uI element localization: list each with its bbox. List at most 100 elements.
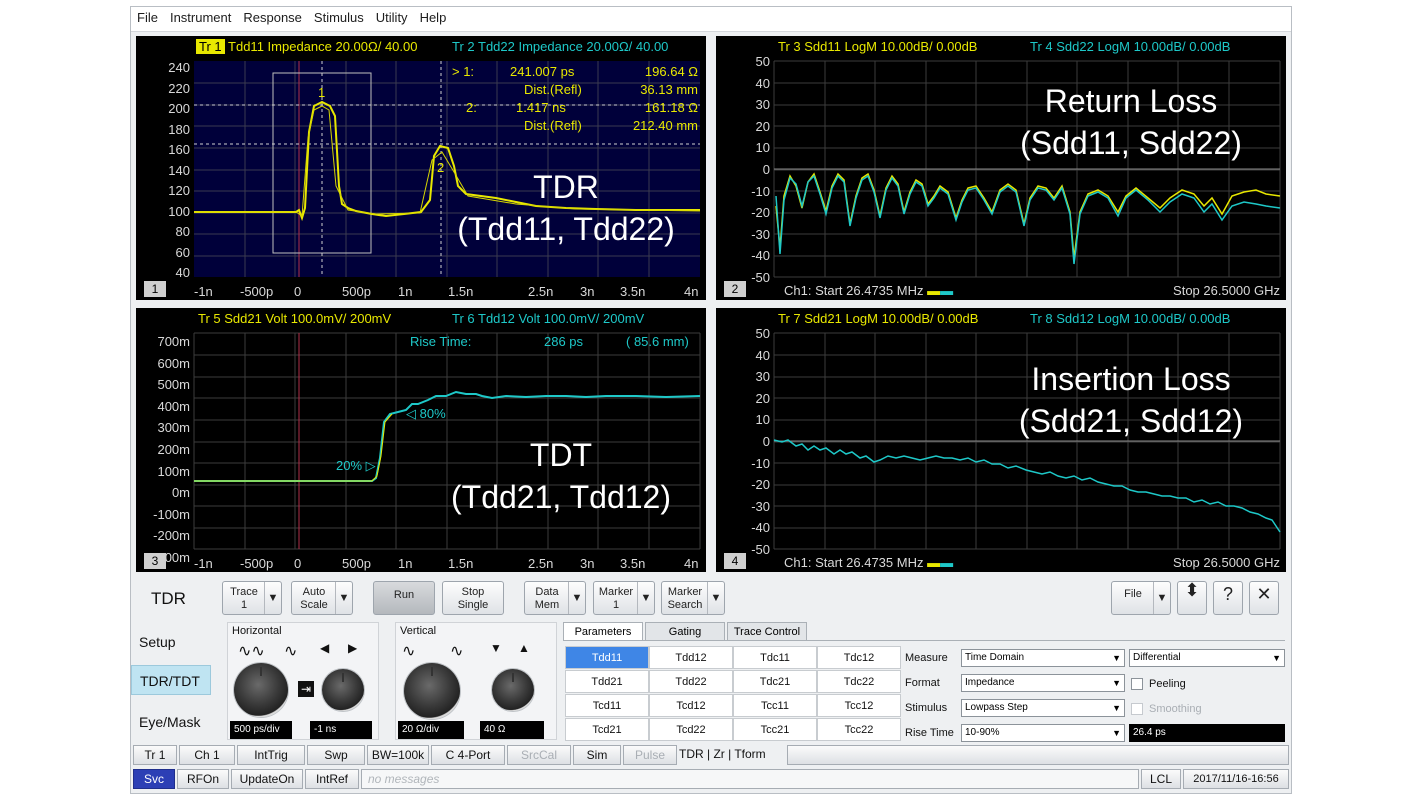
expand-collapse-icon[interactable]: ⬍	[1177, 581, 1207, 615]
param-cell[interactable]: Tdd12	[649, 646, 733, 669]
tdt-voltage-panel[interactable]: Tr 5 Sdd21 Volt 100.0mV/ 200mV Tr 6 Tdd1…	[136, 308, 706, 572]
tdr-impedance-panel[interactable]: Tr 1 Tdd11 Impedance 20.00Ω/ 40.00 Tr 2 …	[136, 36, 706, 300]
mode-select[interactable]: Differential ▼	[1129, 649, 1285, 667]
tab-gating[interactable]: Gating	[645, 622, 725, 640]
data-mem-button[interactable]: Data Mem ▼	[524, 581, 586, 615]
status-sweep[interactable]: Swp	[307, 745, 365, 765]
marker-dropdown-icon[interactable]: ▼	[637, 582, 654, 614]
marker-search-button[interactable]: Marker Search ▼	[661, 581, 725, 615]
run-button[interactable]: Run	[373, 581, 435, 615]
data-mem-dropdown-icon[interactable]: ▼	[568, 582, 585, 614]
help-icon[interactable]: ?	[1213, 581, 1243, 615]
param-cell[interactable]: Tdc11	[733, 646, 817, 669]
stimulus-select[interactable]: Lowpass Step ▼	[961, 699, 1125, 717]
trace1-badge[interactable]: Tr 1	[196, 39, 225, 54]
rise-time-select[interactable]: 10-90% ▼	[961, 724, 1125, 742]
marker-button[interactable]: Marker 1 ▼	[593, 581, 655, 615]
rise-time-input[interactable]: 26.4 ps	[1129, 724, 1285, 742]
auto-scale-button[interactable]: Auto Scale ▼	[291, 581, 353, 615]
menu-help[interactable]: Help	[414, 7, 453, 31]
arrow-down-icon[interactable]: ▼	[490, 641, 502, 655]
file-button[interactable]: File ▼	[1111, 581, 1171, 615]
panel-number[interactable]: 3	[144, 553, 166, 569]
insertion-loss-panel[interactable]: Tr 7 Sdd21 LogM 10.00dB/ 0.00dB Tr 8 Sdd…	[716, 308, 1286, 572]
horizontal-scale-knob[interactable]	[234, 663, 288, 717]
vertical-scale-value[interactable]: 20 Ω/div	[398, 721, 464, 739]
stop-single-button[interactable]: Stop Single	[442, 581, 504, 615]
menu-file[interactable]: File	[131, 7, 164, 31]
status-lcl[interactable]: LCL	[1141, 769, 1181, 789]
horizontal-scale-value[interactable]: 500 ps/div	[230, 721, 292, 739]
menu-utility[interactable]: Utility	[370, 7, 414, 31]
marker1-flag[interactable]: 1	[318, 85, 325, 100]
param-cell[interactable]: Tdc12	[817, 646, 901, 669]
param-cell[interactable]: Tdd11	[565, 646, 649, 669]
arrow-left-icon[interactable]: ◀	[320, 641, 329, 655]
trace2-header[interactable]: Tr 2 Tdd22 Impedance 20.00Ω/ 40.00	[452, 39, 668, 54]
menu-response[interactable]: Response	[237, 7, 308, 31]
status-port-config[interactable]: C 4-Port	[431, 745, 505, 765]
param-cell[interactable]: Tcd11	[565, 694, 649, 717]
menu-instrument[interactable]: Instrument	[164, 7, 237, 31]
horizontal-position-value[interactable]: -1 ns	[310, 721, 372, 739]
vertical-position-knob[interactable]	[492, 669, 534, 711]
trace7-header[interactable]: Tr 7 Sdd21 LogM 10.00dB/ 0.00dB	[778, 311, 978, 326]
status-pulse[interactable]: Pulse	[623, 745, 677, 765]
status-svc[interactable]: Svc	[133, 769, 175, 789]
panel-number[interactable]: 4	[724, 553, 746, 569]
vertical-scale-knob[interactable]	[404, 663, 460, 719]
status-sim[interactable]: Sim	[573, 745, 621, 765]
arrow-right-icon[interactable]: ▶	[348, 641, 357, 655]
param-cell[interactable]: Tcc22	[817, 718, 901, 741]
param-cell[interactable]: Tdd22	[649, 670, 733, 693]
menu-stimulus[interactable]: Stimulus	[308, 7, 370, 31]
status-channel[interactable]: Ch 1	[179, 745, 235, 765]
close-icon[interactable]: ✕	[1249, 581, 1279, 615]
format-select[interactable]: Impedance ▼	[961, 674, 1125, 692]
sidebar-setup[interactable]: Setup	[131, 627, 211, 657]
param-cell[interactable]: Tdc22	[817, 670, 901, 693]
trace-button[interactable]: Trace 1 ▼	[222, 581, 282, 615]
tab-trace-control[interactable]: Trace Control	[727, 622, 807, 640]
marker-search-dropdown-icon[interactable]: ▼	[707, 582, 724, 614]
sidebar-tdr-tdt[interactable]: TDR/TDT	[131, 665, 211, 695]
measure-select[interactable]: Time Domain ▼	[961, 649, 1125, 667]
status-int-ref[interactable]: IntRef	[305, 769, 359, 789]
status-bandwidth[interactable]: BW=100k	[367, 745, 429, 765]
trace1-header[interactable]: Tr 1 Tdd11 Impedance 20.00Ω/ 40.00	[196, 39, 417, 54]
param-cell[interactable]: Tdc21	[733, 670, 817, 693]
trace8-header[interactable]: Tr 8 Sdd12 LogM 10.00dB/ 0.00dB	[1030, 311, 1230, 326]
param-cell[interactable]: Tcd21	[565, 718, 649, 741]
auto-scale-dropdown-icon[interactable]: ▼	[335, 582, 352, 614]
horizontal-link-icon[interactable]: ⇥	[298, 681, 314, 697]
status-update-on[interactable]: UpdateOn	[231, 769, 303, 789]
panel-number[interactable]: 2	[724, 281, 746, 297]
return-loss-panel[interactable]: Tr 3 Sdd11 LogM 10.00dB/ 0.00dB Tr 4 Sdd…	[716, 36, 1286, 300]
arrow-up-icon[interactable]: ▲	[518, 641, 530, 655]
panel-number[interactable]: 1	[144, 281, 166, 297]
param-cell[interactable]: Tcd22	[649, 718, 733, 741]
status-trace[interactable]: Tr 1	[133, 745, 177, 765]
marker2-flag[interactable]: 2	[437, 160, 444, 175]
format-label: Format	[905, 677, 940, 689]
file-dropdown-icon[interactable]: ▼	[1153, 582, 1170, 614]
trace5-header[interactable]: Tr 5 Sdd21 Volt 100.0mV/ 200mV	[198, 311, 391, 326]
trace3-header[interactable]: Tr 3 Sdd11 LogM 10.00dB/ 0.00dB	[778, 39, 977, 54]
smoothing-checkbox[interactable]	[1131, 703, 1143, 715]
param-cell[interactable]: Tcc12	[817, 694, 901, 717]
param-cell[interactable]: Tcc21	[733, 718, 817, 741]
trace-dropdown-icon[interactable]: ▼	[264, 582, 281, 614]
horizontal-position-knob[interactable]	[322, 669, 364, 711]
sidebar-eye-mask[interactable]: Eye/Mask	[131, 707, 211, 737]
param-cell[interactable]: Tcd12	[649, 694, 733, 717]
status-rf-on[interactable]: RFOn	[177, 769, 229, 789]
trace4-header[interactable]: Tr 4 Sdd22 LogM 10.00dB/ 0.00dB	[1030, 39, 1230, 54]
vertical-position-value[interactable]: 40 Ω	[480, 721, 544, 739]
peeling-checkbox[interactable]	[1131, 678, 1143, 690]
status-src-cal[interactable]: SrcCal	[507, 745, 571, 765]
trace6-header[interactable]: Tr 6 Tdd12 Volt 100.0mV/ 200mV	[452, 311, 644, 326]
param-cell[interactable]: Tdd21	[565, 670, 649, 693]
param-cell[interactable]: Tcc11	[733, 694, 817, 717]
tab-parameters[interactable]: Parameters	[563, 622, 643, 640]
status-trigger[interactable]: IntTrig	[237, 745, 305, 765]
